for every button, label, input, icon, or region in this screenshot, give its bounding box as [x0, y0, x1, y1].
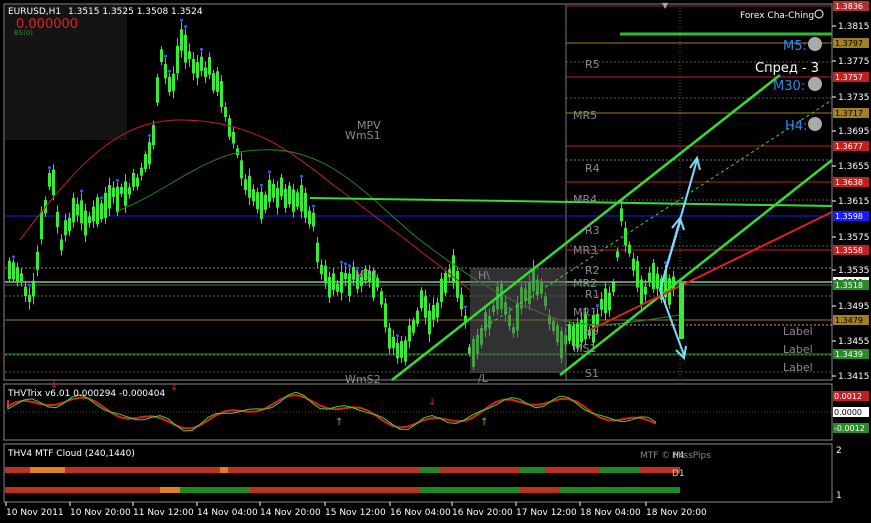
pivot-label-r3: R3	[585, 224, 600, 237]
trix-title: THVTrix v6.01 0.000294 -0.000404	[7, 389, 165, 399]
label-2: Label	[783, 343, 813, 356]
price-tick-label: 1.3815	[838, 22, 870, 32]
svg-text:↑: ↑	[335, 417, 343, 428]
m5-label: M5:	[783, 39, 807, 54]
time-tick-label: 10 Nov 20:00	[70, 508, 131, 518]
price-box-label: 1.3717	[835, 109, 863, 118]
pivot-label-mr5: MR5	[573, 109, 597, 122]
time-tick-label: 18 Nov 20:00	[646, 508, 707, 518]
brand-label: Forex Cha-Ching	[740, 11, 814, 21]
ohlc-label: 1.3515 1.3525 1.3508 1.3524	[68, 7, 203, 17]
price-box-label: 1.3836	[835, 2, 863, 11]
time-tick-label: 16 Nov 04:00	[390, 508, 451, 518]
price-box-label: 1.3757	[835, 73, 863, 82]
pivot-label-s1: S1	[585, 367, 599, 380]
price-tick-label: 1.3655	[838, 162, 870, 172]
hl-box-top-label: H\	[478, 269, 490, 282]
price-tick-label: 1.3535	[838, 266, 870, 276]
price-tick-label: 1.3575	[838, 233, 870, 243]
time-tick-label: 10 Nov 2011	[6, 508, 64, 518]
indicator-name: BS(0)	[14, 29, 33, 37]
m30-label: M30:	[773, 79, 805, 94]
time-tick-label: 11 Nov 12:00	[133, 508, 194, 518]
cloud-d1-label: D1	[672, 469, 685, 479]
pivot-label-ms1: MS1	[573, 342, 596, 355]
time-tick-label: 18 Nov 04:00	[580, 508, 641, 518]
h4-label: H4:	[785, 119, 807, 134]
trix-box-label: -0.0012	[834, 424, 865, 433]
pivot-label-pp: PP	[585, 328, 599, 341]
price-tick-label: 1.3735	[838, 93, 870, 103]
cloud-axis-bottom: 1	[836, 491, 842, 501]
label-1: Label	[783, 325, 813, 338]
time-tick-label: 17 Nov 12:00	[516, 508, 577, 518]
pivot-label-r1: R1	[585, 288, 600, 301]
symbol-label: EURUSD,H1	[8, 7, 61, 17]
spread-label: Спред - 3	[755, 61, 819, 76]
time-tick-label: 16 Nov 20:00	[452, 508, 513, 518]
svg-text:↓: ↓	[428, 397, 436, 408]
price-box-label: 1.3518	[835, 281, 863, 290]
pivot-label-r4: R4	[585, 162, 600, 175]
price-tick-label: 1.3615	[838, 197, 870, 207]
cloud-title: THV4 MTF Cloud (240,1440)	[7, 449, 135, 459]
cloud-axis-top: 2	[836, 446, 842, 456]
price-tick-label: 1.3695	[838, 127, 870, 137]
price-box-label: 1.3598	[835, 212, 863, 221]
price-tick-label: 1.3495	[838, 302, 870, 312]
price-tick-label: 1.3455	[838, 337, 870, 347]
m30-status-dot[interactable]	[808, 77, 822, 91]
price-box-label: 1.3439	[835, 350, 863, 359]
price-tick-label: 1.3415	[838, 372, 870, 382]
time-tick-label: 14 Nov 04:00	[197, 508, 258, 518]
trix-box-label: 0.0012	[834, 392, 862, 401]
time-tick-label: 15 Nov 12:00	[325, 508, 386, 518]
price-box-label: 1.3638	[835, 178, 863, 187]
label-3: Label	[783, 361, 813, 374]
time-axis: 10 Nov 2011 10 Nov 20:00 11 Nov 12:00 14 No…	[5, 502, 707, 518]
m5-status-dot[interactable]	[808, 37, 822, 51]
svg-text:↓: ↓	[170, 382, 178, 393]
pivot-label-mr4: MR4	[573, 193, 597, 206]
svg-text:↑: ↑	[480, 417, 488, 428]
ms1-left-label: MS1	[355, 268, 378, 281]
pivot-label-r2: R2	[585, 264, 600, 277]
price-tick-label: 1.3775	[838, 57, 870, 67]
price-box-label: 1.3797	[835, 39, 863, 48]
price-box-label: 1.3479	[835, 316, 863, 325]
wms1-label: WmS1	[345, 129, 381, 142]
current-candle	[679, 283, 684, 339]
price-box-label: 1.3677	[835, 142, 863, 151]
pivot-label-r5: R5	[585, 58, 600, 71]
price-box-label: 1.3558	[835, 246, 863, 255]
trading-chart[interactable]: ↓↓↑ ↑↓ 1.38151.37751.37351.36951.36551.36…	[0, 0, 871, 523]
pivot-label-mr3: MR3	[573, 244, 597, 257]
time-tick-label: 14 Nov 20:00	[260, 508, 321, 518]
hl-box-bottom-label: /L	[478, 372, 489, 385]
chevron-down-icon[interactable]: ▼	[662, 1, 669, 10]
pivot-label-mr1: MR1	[573, 306, 597, 319]
trix-box-label: 0.0000	[834, 408, 862, 417]
h4-status-dot[interactable]	[808, 117, 822, 131]
trix-boxes: 0.0012 0.0000 -0.0012	[833, 391, 869, 433]
wms2-label: WmS2	[345, 373, 381, 386]
cloud-h4-label: H4	[672, 451, 685, 461]
